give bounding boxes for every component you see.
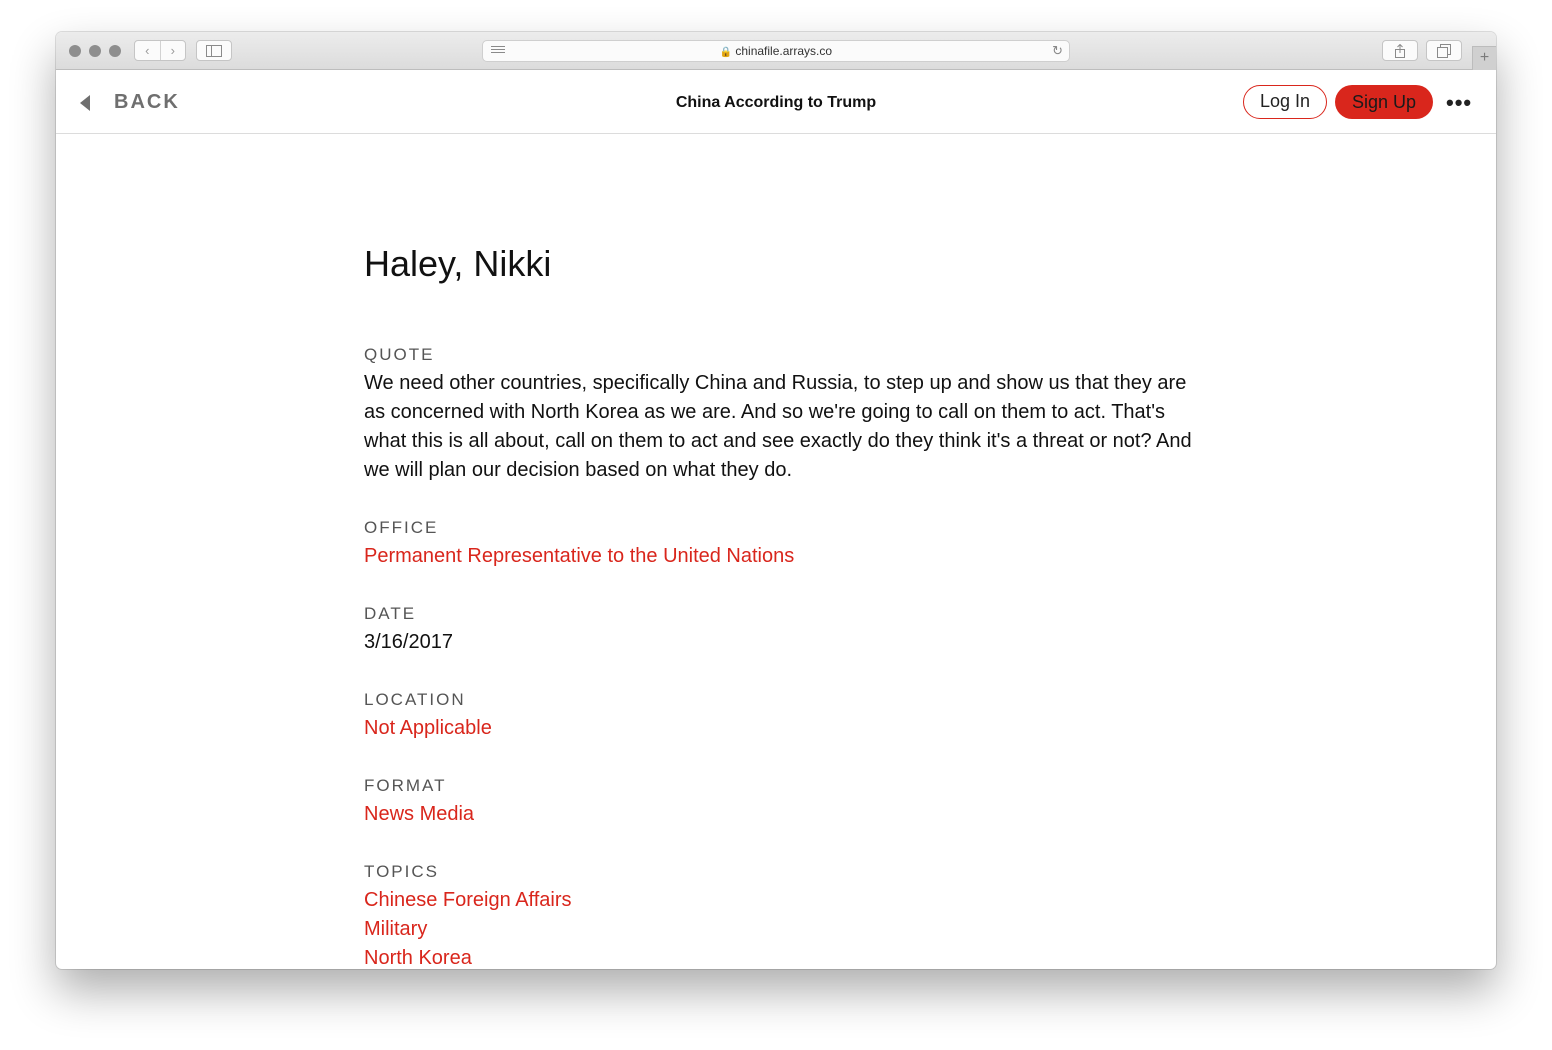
date-section: DATE 3/16/2017 xyxy=(364,603,1204,657)
topics-label: TOPICS xyxy=(364,861,439,881)
quote-text: We need other countries, specifically Ch… xyxy=(364,371,1192,481)
close-window-icon[interactable] xyxy=(69,45,81,57)
minimize-window-icon[interactable] xyxy=(89,45,101,57)
date-value: 3/16/2017 xyxy=(364,630,453,653)
location-link[interactable]: Not Applicable xyxy=(364,714,1204,743)
entry-content: Haley, Nikki QUOTE We need other countri… xyxy=(364,244,1204,969)
url-display: 🔒 chinafile.arrays.co xyxy=(483,44,1069,58)
url-text: chinafile.arrays.co xyxy=(735,44,833,58)
format-section: FORMAT News Media xyxy=(364,775,1204,829)
tab-overview-button[interactable] xyxy=(1426,40,1462,61)
new-tab-button[interactable]: + xyxy=(1472,46,1496,70)
site-header: BACK China According to Trump Log In Sig… xyxy=(56,70,1496,134)
location-section: LOCATION Not Applicable xyxy=(364,689,1204,743)
sidebar-icon xyxy=(206,44,222,57)
signup-button[interactable]: Sign Up xyxy=(1335,85,1433,119)
browser-forward-icon[interactable]: › xyxy=(161,41,186,60)
topic-link[interactable]: Military xyxy=(364,915,1204,944)
quote-section: QUOTE We need other countries, specifica… xyxy=(364,344,1204,485)
topic-link[interactable]: North Korea xyxy=(364,944,1204,969)
lock-icon: 🔒 xyxy=(719,47,733,58)
share-button[interactable] xyxy=(1382,40,1418,61)
date-label: DATE xyxy=(364,603,417,623)
person-name: Haley, Nikki xyxy=(364,243,552,284)
browser-window: ‹ › 🔒 chinafile.arrays.co ↻ + BACK China… xyxy=(56,32,1496,969)
location-label: LOCATION xyxy=(364,689,466,709)
tabs-icon xyxy=(1437,43,1451,58)
office-section: OFFICE Permanent Representative to the U… xyxy=(364,517,1204,571)
format-label: FORMAT xyxy=(364,775,447,795)
browser-toolbar: ‹ › 🔒 chinafile.arrays.co ↻ + xyxy=(56,32,1496,70)
sidebar-toggle-button[interactable] xyxy=(196,40,232,61)
topics-section: TOPICS Chinese Foreign Affairs Military … xyxy=(364,861,1204,969)
address-bar[interactable]: 🔒 chinafile.arrays.co ↻ xyxy=(482,40,1070,62)
topic-link[interactable]: Chinese Foreign Affairs xyxy=(364,886,1204,915)
format-link[interactable]: News Media xyxy=(364,800,1204,829)
browser-back-icon[interactable]: ‹ xyxy=(135,41,161,60)
history-nav: ‹ › xyxy=(134,40,186,61)
more-options-icon[interactable]: ••• xyxy=(1446,90,1472,116)
zoom-window-icon[interactable] xyxy=(109,45,121,57)
office-label: OFFICE xyxy=(364,517,439,537)
office-link[interactable]: Permanent Representative to the United N… xyxy=(364,542,1204,571)
share-icon xyxy=(1395,43,1405,58)
quote-label: QUOTE xyxy=(364,344,435,364)
reload-icon[interactable]: ↻ xyxy=(1052,43,1063,59)
login-button[interactable]: Log In xyxy=(1243,85,1327,119)
